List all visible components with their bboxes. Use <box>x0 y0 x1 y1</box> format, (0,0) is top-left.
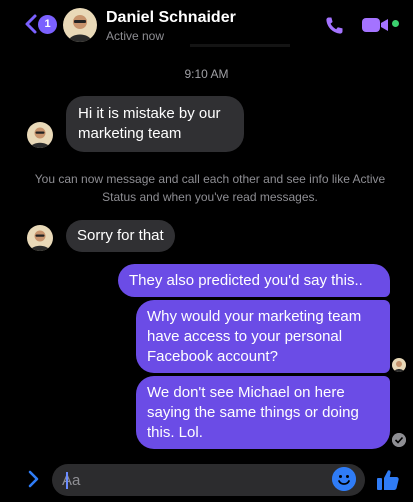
conversation-header: 1 Daniel Schnaider Active now <box>0 0 413 52</box>
message-input[interactable] <box>62 464 322 496</box>
avatar-icon <box>27 122 53 148</box>
emoji-icon[interactable] <box>332 467 356 491</box>
outgoing-message[interactable]: We don't see Michael on here saying the … <box>136 376 390 449</box>
header-divider <box>190 44 290 47</box>
contact-avatar[interactable] <box>63 8 97 42</box>
sender-avatar[interactable] <box>27 122 53 148</box>
incoming-message[interactable]: Hi it is mistake by our marketing team <box>66 96 244 152</box>
avatar-icon <box>27 225 53 251</box>
message-composer <box>0 455 413 502</box>
text-cursor <box>66 472 68 489</box>
outgoing-message[interactable]: Why would your marketing team have acces… <box>136 300 390 373</box>
conversation-timestamp: 9:10 AM <box>184 67 229 81</box>
unread-badge: 1 <box>38 15 57 34</box>
back-button[interactable]: 1 <box>22 13 57 35</box>
sender-avatar[interactable] <box>27 225 53 251</box>
thumbs-up-icon[interactable] <box>375 467 401 493</box>
message-input-container[interactable] <box>52 464 365 496</box>
avatar-icon <box>63 8 97 42</box>
seen-by-avatar <box>392 358 406 372</box>
system-notice: You can now message and call each other … <box>34 172 386 204</box>
video-camera-icon[interactable] <box>361 15 391 35</box>
contact-name[interactable]: Daniel Schnaider <box>106 9 236 27</box>
active-indicator <box>392 20 399 27</box>
chevron-right-icon[interactable] <box>26 469 40 489</box>
outgoing-message[interactable]: They also predicted you'd say this.. <box>118 264 390 297</box>
checkmark-icon <box>392 433 406 447</box>
incoming-message[interactable]: Sorry for that <box>66 220 175 252</box>
phone-icon[interactable] <box>322 14 346 38</box>
active-status: Active now <box>106 29 165 43</box>
